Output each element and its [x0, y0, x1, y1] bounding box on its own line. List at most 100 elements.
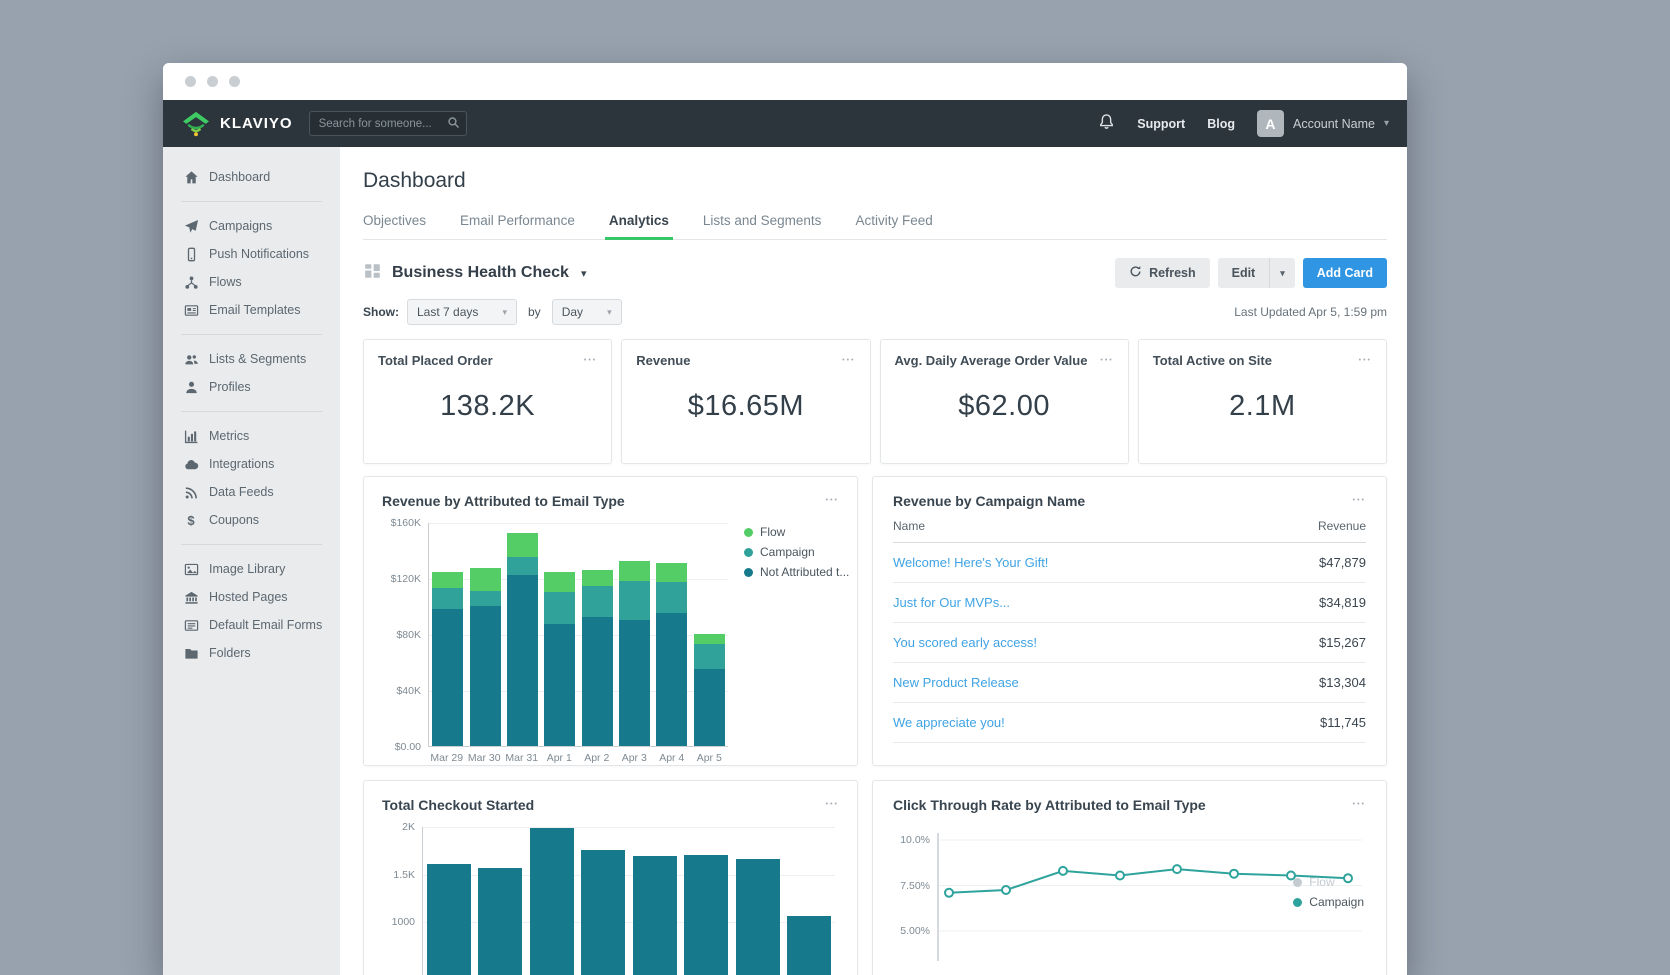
campaign-link[interactable]: We appreciate you! — [893, 715, 1005, 730]
bar — [478, 868, 522, 975]
account-name: Account Name — [1293, 117, 1375, 131]
refresh-label: Refresh — [1149, 266, 1196, 280]
edit-dropdown-button[interactable]: ▾ — [1270, 258, 1295, 288]
bar-segment-not-attributed-t- — [619, 620, 650, 746]
sidebar-item-folders[interactable]: Folders — [163, 639, 340, 667]
tab-activity-feed[interactable]: Activity Feed — [855, 213, 932, 239]
card-menu-icon[interactable]: ••• — [1359, 353, 1372, 366]
bar-segment-campaign — [507, 557, 538, 575]
window-minimize-button[interactable] — [207, 76, 218, 87]
sidebar-divider — [181, 334, 322, 335]
board-caret-icon: ▾ — [581, 267, 587, 280]
bar-segment-not-attributed-t- — [656, 613, 687, 746]
sidebar-item-email-templates[interactable]: Email Templates — [163, 296, 340, 324]
refresh-button[interactable]: Refresh — [1115, 258, 1210, 288]
sidebar-divider — [181, 544, 322, 545]
sidebar-item-coupons[interactable]: $Coupons — [163, 506, 340, 534]
account-menu[interactable]: A Account Name ▾ — [1257, 110, 1389, 137]
tab-objectives[interactable]: Objectives — [363, 213, 426, 239]
bar-segment-flow — [619, 561, 650, 581]
bar-segment-campaign — [470, 591, 501, 606]
edit-button[interactable]: Edit — [1218, 258, 1271, 288]
card-menu-icon[interactable]: ••• — [1100, 353, 1113, 366]
klaviyo-logo[interactable]: KLAVIYO — [181, 111, 293, 137]
show-label: Show: — [363, 305, 399, 319]
x-axis-tick-label: Apr 3 — [616, 752, 653, 764]
user-icon — [183, 380, 199, 395]
card-menu-icon[interactable]: ••• — [1353, 797, 1366, 810]
mobile-icon — [183, 247, 199, 262]
form-icon — [183, 618, 199, 633]
show-controls: Show: Last 7 days ▾ by Day ▾ — [363, 299, 622, 325]
table-row: New Product Release$13,304 — [893, 663, 1366, 703]
sidebar-item-metrics[interactable]: Metrics — [163, 422, 340, 450]
legend-item-not-attributed-t-: Not Attributed t... — [744, 565, 849, 579]
sidebar-item-integrations[interactable]: Integrations — [163, 450, 340, 478]
legend-item-flow: Flow — [744, 525, 849, 539]
window-close-button[interactable] — [185, 76, 196, 87]
x-axis-tick-label: Mar 29 — [428, 752, 465, 764]
search-icon — [447, 116, 460, 134]
tab-bar: Objectives Email Performance Analytics List… — [363, 213, 1387, 240]
bottom-charts-row: Total Checkout Started ••• 2K1.5K1000 Cl… — [363, 780, 1387, 975]
campaign-link[interactable]: Just for Our MVPs... — [893, 595, 1010, 610]
bar-segment-not-attributed-t- — [432, 609, 463, 746]
revenue-by-campaign-card: Revenue by Campaign Name ••• Name Revenu… — [872, 476, 1387, 766]
legend-label: Not Attributed t... — [760, 565, 849, 579]
y-axis-tick-label: 10.0% — [900, 834, 930, 846]
sidebar-item-dashboard[interactable]: Dashboard — [163, 163, 340, 191]
navbar-search — [309, 111, 467, 136]
x-axis-tick-label: Apr 1 — [541, 752, 578, 764]
date-range-select[interactable]: Last 7 days ▾ — [407, 299, 517, 325]
sidebar-item-push-notifications[interactable]: Push Notifications — [163, 240, 340, 268]
window-maximize-button[interactable] — [229, 76, 240, 87]
campaign-link[interactable]: New Product Release — [893, 675, 1019, 690]
sidebar-item-lists-segments[interactable]: Lists & Segments — [163, 345, 340, 373]
tab-email-performance[interactable]: Email Performance — [460, 213, 575, 239]
sidebar-item-image-library[interactable]: Image Library — [163, 555, 340, 583]
tab-analytics[interactable]: Analytics — [609, 213, 669, 239]
sidebar-item-data-feeds[interactable]: Data Feeds — [163, 478, 340, 506]
campaign-name-cell: You scored early access! — [893, 623, 1254, 663]
legend-item-flow[interactable]: Flow — [1293, 875, 1364, 889]
bar-mar-31 — [507, 533, 538, 746]
bar-segment-flow — [507, 533, 538, 557]
nav-link-blog[interactable]: Blog — [1207, 117, 1235, 131]
campaign-link[interactable]: Welcome! Here's Your Gift! — [893, 555, 1048, 570]
interval-select[interactable]: Day ▾ — [552, 299, 622, 325]
card-menu-icon[interactable]: ••• — [826, 493, 839, 506]
y-axis-tick-label: 1000 — [392, 916, 415, 928]
card-menu-icon[interactable]: ••• — [584, 353, 597, 366]
last-updated-text: Last Updated Apr 5, 1:59 pm — [1234, 305, 1387, 319]
y-axis-tick-label: 7.50% — [900, 880, 930, 892]
nav-link-support[interactable]: Support — [1137, 117, 1185, 131]
legend-dot — [744, 548, 753, 557]
page-title: Dashboard — [363, 169, 1387, 193]
chart-title: Total Checkout Started — [382, 797, 534, 813]
sidebar-item-flows[interactable]: Flows — [163, 268, 340, 296]
content-area: DashboardCampaignsPush NotificationsFlow… — [163, 147, 1407, 975]
board-selector[interactable]: Business Health Check ▾ — [363, 262, 586, 285]
card-menu-icon[interactable]: ••• — [826, 797, 839, 810]
bar-segment-flow — [470, 568, 501, 590]
campaign-revenue-cell: $34,819 — [1254, 583, 1366, 623]
legend-dot — [744, 568, 753, 577]
sidebar-item-hosted-pages[interactable]: Hosted Pages — [163, 583, 340, 611]
card-menu-icon[interactable]: ••• — [842, 353, 855, 366]
notifications-bell-icon[interactable] — [1098, 113, 1115, 135]
card-menu-icon[interactable]: ••• — [1353, 493, 1366, 506]
sidebar-item-campaigns[interactable]: Campaigns — [163, 212, 340, 240]
campaign-link[interactable]: You scored early access! — [893, 635, 1037, 650]
kpi-title: Revenue — [636, 353, 690, 368]
tab-lists-and-segments[interactable]: Lists and Segments — [703, 213, 822, 239]
column-header-revenue: Revenue — [1254, 519, 1366, 543]
sidebar-item-default-email-forms[interactable]: Default Email Forms — [163, 611, 340, 639]
sidebar-item-profiles[interactable]: Profiles — [163, 373, 340, 401]
bar-segment-flow — [694, 634, 725, 644]
legend-item-campaign[interactable]: Campaign — [1293, 895, 1364, 909]
search-input[interactable] — [309, 111, 467, 136]
app-window: KLAVIYO Support Blog A Account Name — [163, 63, 1407, 975]
add-card-button[interactable]: Add Card — [1303, 258, 1387, 288]
chevron-down-icon: ▾ — [502, 307, 507, 318]
brand-name: KLAVIYO — [220, 115, 293, 132]
